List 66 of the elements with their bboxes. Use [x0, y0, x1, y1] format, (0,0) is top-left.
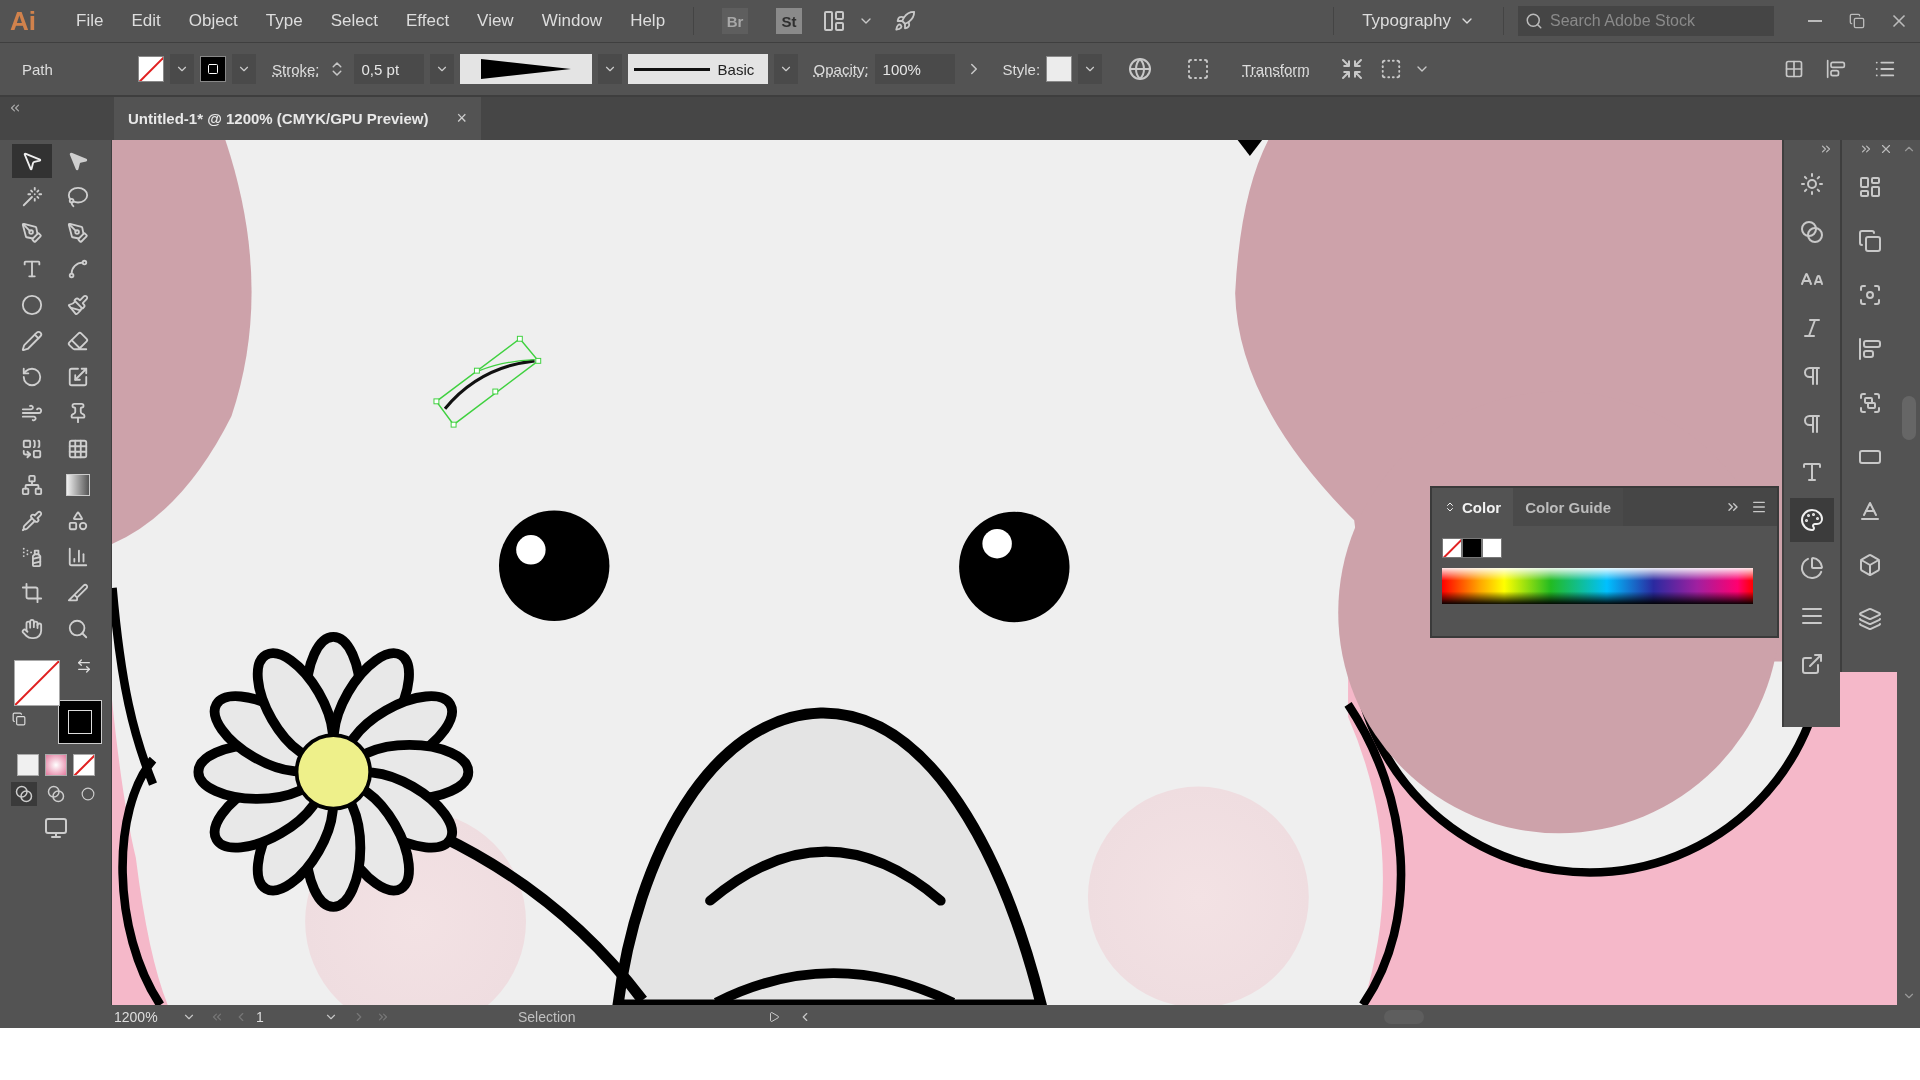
gradient-mode-button[interactable] [44, 754, 67, 776]
opacity-field[interactable]: 100% [874, 54, 955, 84]
stroke-swatch[interactable] [200, 56, 226, 82]
search-icon [1525, 12, 1543, 30]
none-mode-button[interactable] [72, 754, 95, 776]
menu-item[interactable]: Select [316, 11, 392, 31]
menu-icon[interactable] [1751, 499, 1767, 515]
palette-icon[interactable] [1790, 498, 1834, 542]
menu-item[interactable]: File [62, 11, 118, 31]
menu-item[interactable]: Effect [391, 11, 464, 31]
swap-icon[interactable] [75, 658, 92, 674]
minimize-icon [1808, 20, 1822, 22]
menu-item[interactable]: Window [527, 11, 617, 31]
fill-swatch[interactable] [13, 660, 60, 706]
close-tab-button[interactable]: × [456, 108, 468, 129]
menu-item[interactable]: Object [174, 11, 252, 31]
style-label: Style: [1002, 60, 1041, 78]
stroke-weight-field[interactable]: 0,5 pt [353, 54, 424, 84]
menu-item[interactable]: View [463, 11, 528, 31]
style-swatch[interactable] [1046, 56, 1073, 82]
screen-mode-icon[interactable] [42, 816, 69, 840]
color-spectrum[interactable] [1442, 568, 1753, 604]
color-swatch[interactable] [1462, 538, 1482, 558]
collapse-icon[interactable] [1444, 501, 1456, 513]
bounding-box-icon[interactable] [1186, 57, 1211, 81]
artboard-field[interactable]: 1 [256, 1008, 312, 1025]
layout-icon[interactable] [822, 9, 847, 33]
document-title: Untitled-1* @ 1200% (CMYK/GPU Preview) [128, 110, 429, 127]
width-profile-preview[interactable] [459, 54, 592, 84]
shrink-icon[interactable] [1339, 57, 1364, 81]
menu-item[interactable]: Type [251, 11, 317, 31]
zoom-field[interactable]: 1200% [114, 1008, 170, 1025]
notch-drawing [1237, 140, 1263, 156]
restore-icon [1849, 13, 1865, 29]
stock-button[interactable]: St [776, 8, 803, 34]
color-swatch[interactable] [1482, 538, 1502, 558]
panel-tab[interactable]: Color Guide [1513, 488, 1623, 526]
menu-item[interactable]: Edit [117, 11, 175, 31]
rocket-icon[interactable] [894, 10, 917, 32]
color-mode-button[interactable] [16, 754, 39, 776]
expand-icon[interactable] [1819, 142, 1833, 156]
stroke-swatch[interactable] [57, 700, 102, 744]
grid-icon[interactable] [1784, 59, 1804, 79]
panel-tab[interactable]: Color [1432, 488, 1514, 526]
stroke-label[interactable]: Stroke: [272, 60, 320, 78]
collapse-icon[interactable] [8, 101, 22, 115]
transform-link[interactable]: Transform [1242, 60, 1310, 78]
workspace-switcher[interactable]: Typography [1348, 11, 1489, 31]
default-colors-icon[interactable] [11, 712, 26, 726]
arrow-pointer-icon[interactable] [11, 144, 52, 178]
select-box-icon[interactable] [1379, 58, 1402, 80]
globe-icon[interactable] [1128, 57, 1153, 81]
document-tab[interactable]: Untitled-1* @ 1200% (CMYK/GPU Preview) × [114, 97, 482, 140]
menu-item[interactable]: Help [616, 11, 680, 31]
fill-swatch[interactable] [138, 56, 164, 82]
align-icon[interactable] [1826, 59, 1846, 79]
selection-type-label: Path [21, 60, 54, 78]
draw-normal-icon[interactable] [10, 782, 37, 806]
close-icon[interactable] [1859, 142, 1893, 156]
app-logo: Ai [10, 5, 36, 37]
search-field[interactable]: Search Adobe Stock [1518, 6, 1774, 36]
none-swatch[interactable] [1442, 538, 1462, 558]
brush-picker[interactable]: Basic [627, 54, 768, 84]
play-icon[interactable] [767, 1010, 780, 1023]
status-text: Selection [518, 1008, 576, 1025]
opacity-label[interactable]: Opacity: [813, 60, 869, 78]
